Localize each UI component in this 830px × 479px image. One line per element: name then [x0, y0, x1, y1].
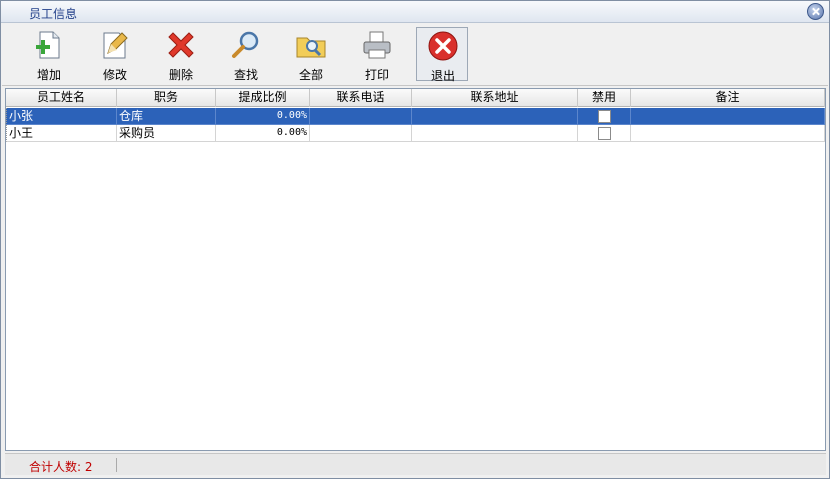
folder-search-icon — [296, 37, 326, 58]
printer-icon — [363, 31, 391, 59]
cell-commission: 0.00% — [216, 108, 310, 125]
table-header: 员工姓名 职务 提成比例 联系电话 联系地址 禁用 备注 — [6, 89, 825, 107]
total-count: 合计人数: 2 — [29, 460, 93, 474]
status-divider — [116, 458, 117, 472]
cell-note — [631, 125, 825, 142]
employee-table[interactable]: 员工姓名 职务 提成比例 联系电话 联系地址 禁用 备注 小张 仓库 0.00%… — [5, 88, 826, 451]
close-window-button[interactable] — [807, 3, 824, 20]
show-all-button[interactable]: 全部 — [285, 27, 337, 82]
cell-note — [631, 108, 825, 125]
column-header-phone[interactable]: 联系电话 — [310, 89, 412, 107]
column-header-commission[interactable]: 提成比例 — [216, 89, 310, 107]
cell-commission: 0.00% — [216, 125, 310, 142]
column-header-address[interactable]: 联系地址 — [412, 89, 578, 107]
exit-label: 退出 — [430, 69, 455, 83]
edit-label: 修改 — [102, 68, 127, 82]
cell-disabled — [578, 108, 631, 125]
window-title: 员工信息 — [29, 7, 78, 21]
cell-name: 小张 — [6, 108, 117, 125]
cell-position: 仓库 — [117, 108, 216, 125]
cell-phone — [310, 125, 412, 142]
edit-button[interactable]: 修改 — [89, 27, 141, 82]
magnifier-icon — [232, 31, 259, 58]
column-header-note[interactable]: 备注 — [631, 89, 825, 107]
add-button[interactable]: 增加 — [23, 27, 75, 82]
search-button[interactable]: 查找 — [220, 27, 272, 82]
show-all-label: 全部 — [298, 68, 323, 82]
edit-document-icon — [103, 32, 128, 59]
cell-address — [412, 108, 578, 125]
disabled-checkbox[interactable] — [598, 127, 611, 140]
disabled-checkbox[interactable] — [598, 110, 611, 123]
status-bar: 合计人数: 2 — [5, 453, 826, 475]
cell-phone — [310, 108, 412, 125]
title-bar: 员工信息 — [1, 1, 829, 23]
exit-close-icon — [428, 31, 458, 61]
column-header-disabled[interactable]: 禁用 — [578, 89, 631, 107]
cell-position: 采购员 — [117, 125, 216, 142]
employee-info-window: 员工信息 增加 修改 删除 查找 全部 打印 退出 员工姓名 职务 提成比例 联… — [0, 0, 830, 479]
column-header-position[interactable]: 职务 — [117, 89, 216, 107]
table-row[interactable]: 小张 仓库 0.00% — [6, 108, 825, 125]
delete-x-icon — [168, 32, 194, 58]
toolbar: 增加 修改 删除 查找 全部 打印 退出 — [2, 24, 828, 86]
table-row[interactable]: 小王 采购员 0.00% — [6, 125, 825, 142]
delete-label: 删除 — [168, 68, 193, 82]
print-label: 打印 — [364, 68, 389, 82]
search-label: 查找 — [233, 68, 258, 82]
add-document-icon — [36, 31, 60, 59]
delete-button[interactable]: 删除 — [155, 27, 207, 82]
add-label: 增加 — [36, 68, 61, 82]
cell-address — [412, 125, 578, 142]
print-button[interactable]: 打印 — [351, 27, 403, 82]
cell-name: 小王 — [6, 125, 117, 142]
cell-disabled — [578, 125, 631, 142]
column-header-name[interactable]: 员工姓名 — [6, 89, 117, 107]
exit-button[interactable]: 退出 — [416, 27, 468, 83]
